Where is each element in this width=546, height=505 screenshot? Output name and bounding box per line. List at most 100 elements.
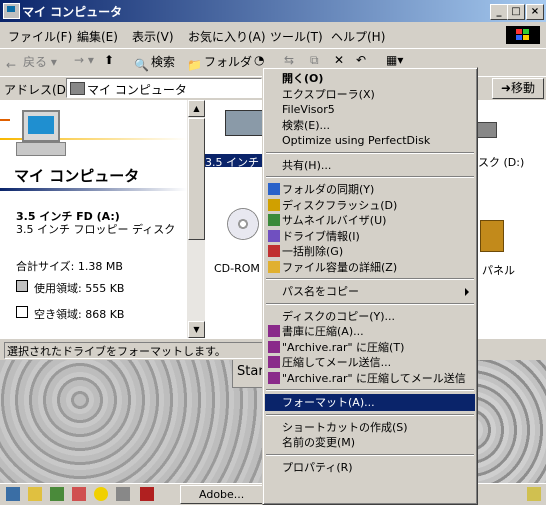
undo-button[interactable]: ↶ [356,53,366,67]
title-bar[interactable]: マイ コンピュータ _ □ × [0,0,546,22]
context-menu-label: 書庫に圧縮(A)... [282,325,364,338]
context-menu-item[interactable]: 圧縮してメール送信... [265,354,475,371]
context-menu-label: "Archive.rar" に圧縮してメール送信 [282,371,466,385]
up-folder-button[interactable]: ⬆ [104,53,114,67]
floppy-drive-icon[interactable] [225,110,267,136]
folder-icon [268,260,280,273]
back-arrow-icon: ← [6,58,17,72]
context-menu-item[interactable]: ディスクフラッシュ(D) [265,197,475,214]
cdrom-drive-icon[interactable] [227,208,259,240]
menu-tools[interactable]: ツール(T) [270,28,323,45]
scroll-down-button[interactable]: ▼ [188,321,205,338]
context-menu-item[interactable]: フォーマット(A)... [265,394,475,411]
my-computer-icon [70,82,85,95]
menu-file[interactable]: ファイル(F) [8,28,72,45]
go-button[interactable]: ➜移動 [492,78,544,99]
context-menu-item[interactable]: 名前の変更(M) [265,434,475,451]
context-menu-item[interactable]: ディスクのコピー(Y)... [265,308,475,325]
windows-logo-icon [506,26,540,44]
used-space-swatch [16,280,28,292]
taskbar-adobe-button[interactable]: Adobe... [180,485,270,504]
context-menu-item[interactable]: 共有(H)... [265,157,475,174]
forward-button[interactable]: → ▾ [74,53,94,67]
quicklaunch-app-icon[interactable] [50,487,64,501]
vertical-scrollbar[interactable]: ▲ ▼ [187,100,205,338]
drive-info-icon [268,229,280,242]
drive-type: 3.5 インチ フロッピー ディスク [16,223,176,236]
disk-d-label[interactable]: スク (D:) [478,154,524,170]
control-panel-icon[interactable] [480,220,504,252]
context-menu: 開く(O) エクスプローラ(X) FileVisor5 検索(E)... Optimiz… [262,67,478,505]
context-menu-label: エクスプローラ(X) [282,87,375,101]
context-menu-label: フォーマット(A)... [282,396,375,409]
views-button[interactable]: ▦▾ [386,53,403,67]
history-button[interactable]: ◔ [254,53,264,67]
scroll-up-button[interactable]: ▲ [188,100,205,117]
menu-separator [266,453,474,456]
address-value: マイ コンピュータ [87,83,187,97]
context-menu-item[interactable]: FileVisor5 [265,101,475,118]
quicklaunch-desktop-icon[interactable] [28,487,42,501]
quicklaunch-media-icon[interactable] [94,487,108,501]
decoration-accent [0,119,10,121]
free-space-swatch [16,306,28,318]
menu-help[interactable]: ヘルプ(H) [331,28,385,45]
menu-view[interactable]: 表示(V) [132,28,174,45]
delete-button[interactable]: ✕ [334,53,344,67]
flash-icon [268,198,280,211]
context-menu-item[interactable]: ファイル容量の詳細(Z) [265,259,475,276]
close-button[interactable]: × [526,4,544,20]
context-menu-label: 名前の変更(M) [282,436,356,449]
context-menu-label: ドライブ情報(I) [282,229,360,243]
quicklaunch-pdf-icon[interactable] [140,487,154,501]
archive-icon [268,340,280,353]
context-menu-label: "Archive.rar" に圧縮(T) [282,340,405,354]
context-menu-item[interactable]: 開く(O) [265,70,475,87]
context-menu-item[interactable]: 一括削除(G) [265,243,475,260]
context-menu-item[interactable]: フォルダの同期(Y) [265,181,475,198]
context-menu-label: サムネイルバイザ(U) [282,214,387,227]
context-menu-item[interactable]: パス名をコピー [265,283,475,300]
context-menu-item[interactable]: "Archive.rar" に圧縮してメール送信 [265,370,475,387]
context-menu-label: 共有(H)... [282,158,332,172]
context-menu-item[interactable]: プロパティ(R) [265,459,475,476]
back-button[interactable]: ← 戻る ▾ [6,53,57,72]
quicklaunch-mail-icon[interactable] [72,487,86,501]
context-menu-item[interactable]: 検索(E)... [265,117,475,134]
quicklaunch-ie-icon[interactable] [6,487,20,501]
context-menu-item[interactable]: サムネイルバイザ(U) [265,212,475,229]
address-input[interactable]: マイ コンピュータ [66,78,262,98]
context-menu-label: 一括削除(G) [282,245,344,258]
title-underline [0,188,187,191]
control-panel-label[interactable]: パネル [482,262,515,278]
floppy-drive-label[interactable]: 3.5 インチ FD [205,154,265,167]
menu-edit[interactable]: 編集(E) [77,28,118,45]
context-menu-item[interactable]: ドライブ情報(I) [265,228,475,245]
thumbnail-icon [268,214,280,226]
scroll-thumb[interactable] [188,118,205,240]
maximize-button[interactable]: □ [507,4,525,20]
address-label: アドレス(D) [4,83,71,97]
context-menu-label: 圧縮してメール送信... [282,356,392,369]
search-button[interactable]: 🔍 検索 [134,53,175,72]
context-menu-label: ディスクフラッシュ(D) [282,198,398,212]
computer-icon [14,106,66,158]
context-menu-item[interactable]: Optimize using PerfectDisk [265,132,475,149]
context-menu-item[interactable]: エクスプローラ(X) [265,86,475,103]
delete-icon [268,245,280,257]
context-menu-label: FileVisor5 [282,103,335,116]
total-size: 合計サイズ: 1.38 MB [16,260,123,273]
quicklaunch-explorer-icon[interactable] [116,487,130,501]
folders-button[interactable]: 📁 フォルダ [187,53,252,72]
copy-to-button[interactable]: ⧉ [310,53,319,68]
cdrom-drive-label[interactable]: CD-ROM [214,262,260,275]
menu-favorites[interactable]: お気に入り(A) [188,28,266,45]
minimize-button[interactable]: _ [490,4,508,20]
volume-icon[interactable] [527,487,541,501]
context-menu-item[interactable]: ショートカットの作成(S) [265,419,475,436]
menu-separator [266,278,474,280]
context-menu-label: プロパティ(R) [282,460,353,474]
context-menu-item[interactable]: "Archive.rar" に圧縮(T) [265,339,475,356]
context-menu-item[interactable]: 書庫に圧縮(A)... [265,323,475,340]
move-to-button[interactable]: ⇆ [284,53,294,67]
